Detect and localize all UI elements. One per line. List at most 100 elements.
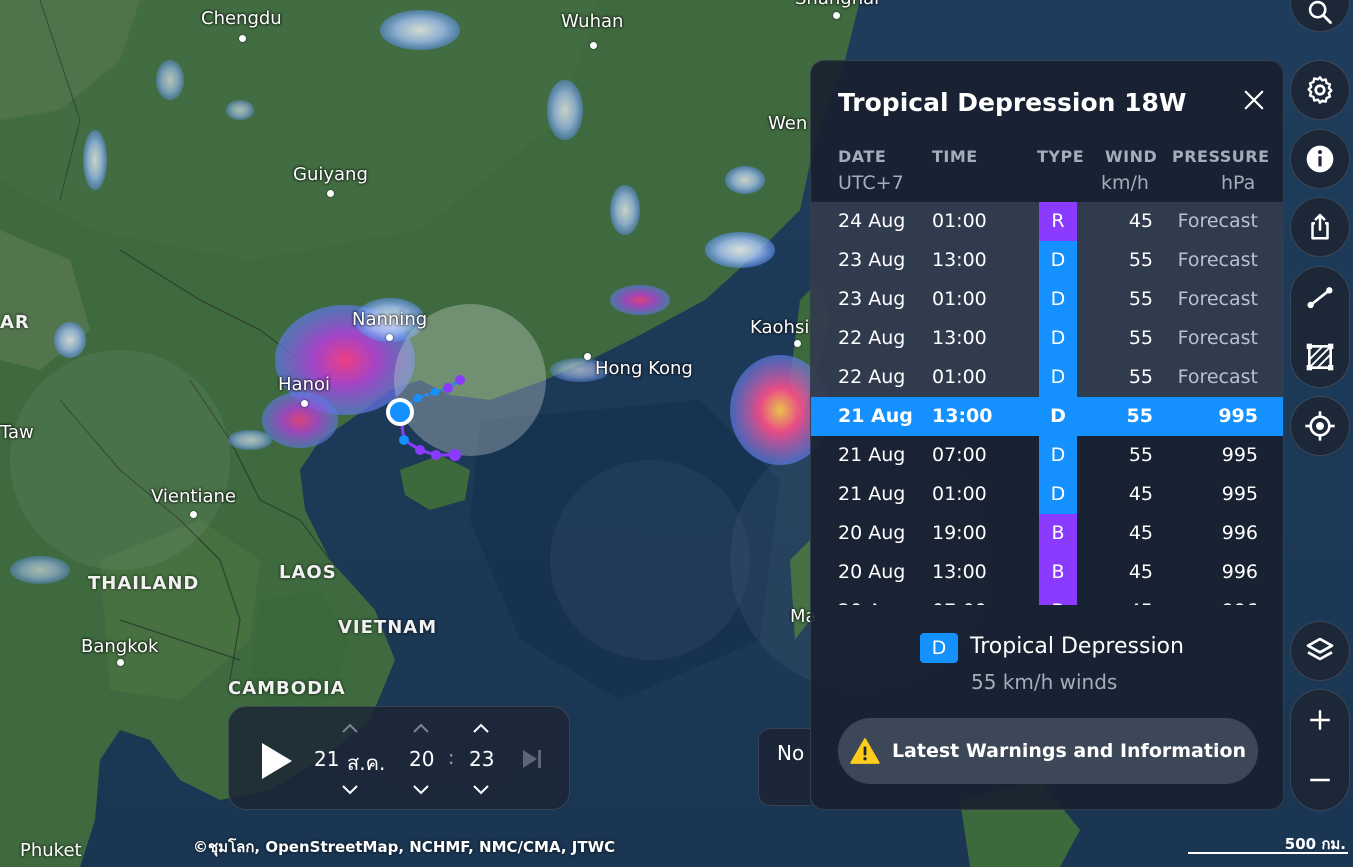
- row-date: 20 Aug: [838, 522, 906, 544]
- share-icon: [1311, 213, 1329, 240]
- play-button[interactable]: [259, 741, 295, 781]
- city-label-guiyang: Guiyang: [293, 164, 368, 185]
- row-wind: 45: [1128, 483, 1153, 505]
- unit-timezone: UTC+7: [838, 172, 904, 194]
- legend-wind-speed: 55 km/h winds: [971, 670, 1118, 694]
- row-time: 01:00: [932, 366, 987, 388]
- track-row-current[interactable]: 21 Aug 13:00 D 55 995: [811, 397, 1283, 436]
- scale-label: 500 กม.: [1284, 835, 1346, 853]
- track-row[interactable]: 20 Aug 07:00 B 45996: [811, 592, 1283, 605]
- latest-warnings-button[interactable]: Latest Warnings and Information: [838, 718, 1258, 784]
- row-wind: 45: [1128, 522, 1153, 544]
- map-scale-bar: 500 กม.: [1188, 832, 1348, 854]
- locate-button[interactable]: [1290, 396, 1350, 456]
- minute-down-chevron-icon[interactable]: [473, 785, 489, 795]
- measure-line-icon: [1307, 287, 1333, 309]
- info-button[interactable]: [1290, 129, 1350, 189]
- row-type-badge: B: [1039, 553, 1077, 592]
- row-pressure: Forecast: [1177, 249, 1258, 271]
- track-row-forecast[interactable]: 22 Aug 01:00 D 55 Forecast: [811, 358, 1283, 397]
- skip-to-now-button[interactable]: [521, 748, 543, 770]
- row-wind: 45: [1128, 561, 1153, 583]
- track-row-forecast[interactable]: 23 Aug 01:00 D 55 Forecast: [811, 280, 1283, 319]
- header-date: DATE: [838, 147, 887, 166]
- settings-button[interactable]: [1290, 60, 1350, 120]
- country-label-laos: LAOS: [279, 562, 337, 583]
- row-pressure: 995: [1221, 444, 1258, 466]
- date-down-chevron-icon[interactable]: [342, 785, 358, 795]
- latest-warnings-label: Latest Warnings and Information: [891, 740, 1247, 762]
- city-dot: [590, 42, 597, 49]
- track-table[interactable]: 24 Aug 01:00 R 45 Forecast 23 Aug 13:00 D 55 Fore…: [811, 202, 1283, 605]
- city-dot: [190, 511, 197, 518]
- locate-icon: [1305, 411, 1335, 441]
- row-pressure: 996: [1151, 592, 1258, 605]
- row-time: 01:00: [932, 288, 987, 310]
- header-pressure: PRESSURE: [1172, 147, 1270, 166]
- hour-up-chevron-icon[interactable]: [413, 723, 429, 733]
- minute-up-chevron-icon[interactable]: [473, 723, 489, 733]
- search-icon: [1308, 0, 1332, 24]
- row-wind: 55: [1126, 405, 1153, 427]
- row-date: 20 Aug: [838, 561, 906, 583]
- hour-down-chevron-icon[interactable]: [413, 785, 429, 795]
- city-label-taw: Taw: [0, 422, 34, 443]
- row-type-badge: B: [1039, 514, 1077, 553]
- close-icon: [1244, 90, 1264, 110]
- row-date: 21 Aug: [838, 444, 906, 466]
- share-button[interactable]: [1290, 197, 1350, 257]
- row-time: 13:00: [932, 327, 987, 349]
- row-pressure: Forecast: [1177, 210, 1258, 232]
- row-type-badge: D: [1039, 241, 1077, 280]
- city-label-shanghai: Shanghai: [795, 0, 879, 9]
- timeline-player: 21 ส.ค. 20 : 23: [228, 706, 570, 810]
- date-up-chevron-icon[interactable]: [342, 723, 358, 733]
- month-value: ส.ค.: [347, 751, 386, 775]
- draw-area-icon: [1306, 343, 1334, 371]
- row-pressure: 996: [1221, 561, 1258, 583]
- row-pressure: 995: [1221, 483, 1258, 505]
- row-date: 20 Aug: [838, 592, 905, 605]
- country-label-vietnam: VIETNAM: [338, 617, 438, 638]
- track-row-forecast[interactable]: 24 Aug 01:00 R 45 Forecast: [811, 202, 1283, 241]
- city-dot: [239, 35, 246, 42]
- header-wind: WIND: [1105, 147, 1158, 166]
- city-dot: [584, 353, 591, 360]
- zoom-out-button[interactable]: [1290, 756, 1350, 804]
- row-pressure: 996: [1221, 522, 1258, 544]
- row-pressure: 995: [1218, 405, 1258, 427]
- info-icon: [1306, 145, 1334, 173]
- row-type-badge: D: [1039, 475, 1077, 514]
- row-date: 24 Aug: [838, 210, 906, 232]
- close-panel-button[interactable]: [1229, 75, 1279, 125]
- date-spinner: 21 ส.ค.: [314, 707, 386, 811]
- city-dot: [833, 12, 840, 19]
- track-row[interactable]: 20 Aug 19:00 B 45 996: [811, 514, 1283, 553]
- track-row-forecast[interactable]: 23 Aug 13:00 D 55 Forecast: [811, 241, 1283, 280]
- track-row[interactable]: 21 Aug 07:00 D 55 995: [811, 436, 1283, 475]
- city-label-bangkok: Bangkok: [81, 636, 159, 657]
- city-label-phuket: Phuket: [20, 840, 82, 861]
- row-type-badge: D: [1039, 280, 1077, 319]
- row-pressure: Forecast: [1177, 327, 1258, 349]
- row-type-badge: D: [1039, 319, 1077, 358]
- track-row[interactable]: 21 Aug 01:00 D 45 995: [811, 475, 1283, 514]
- measure-line-button[interactable]: [1290, 273, 1350, 321]
- draw-area-button[interactable]: [1290, 333, 1350, 381]
- legend-type-badge: D: [920, 633, 958, 663]
- row-type-badge: D: [1039, 358, 1077, 397]
- row-time: 13:00: [932, 249, 987, 271]
- partial-popup[interactable]: No: [758, 728, 810, 806]
- track-row-forecast[interactable]: 22 Aug 13:00 D 55 Forecast: [811, 319, 1283, 358]
- country-label-cambodia: CAMBODIA: [228, 678, 346, 699]
- row-wind: 55: [1128, 327, 1153, 349]
- row-wind: 45: [1091, 592, 1153, 605]
- unit-pressure: hPa: [1221, 172, 1256, 194]
- zoom-in-button[interactable]: [1290, 696, 1350, 744]
- city-label-hong-kong: Hong Kong: [595, 358, 693, 379]
- track-row[interactable]: 20 Aug 13:00 B 45 996: [811, 553, 1283, 592]
- measure-tools-group: [1290, 266, 1350, 388]
- city-dot: [794, 340, 801, 347]
- layers-button[interactable]: [1290, 621, 1350, 681]
- map-attribution[interactable]: ©ชุมโลก, OpenStreetMap, NCHMF, NMC/CMA, …: [193, 835, 615, 859]
